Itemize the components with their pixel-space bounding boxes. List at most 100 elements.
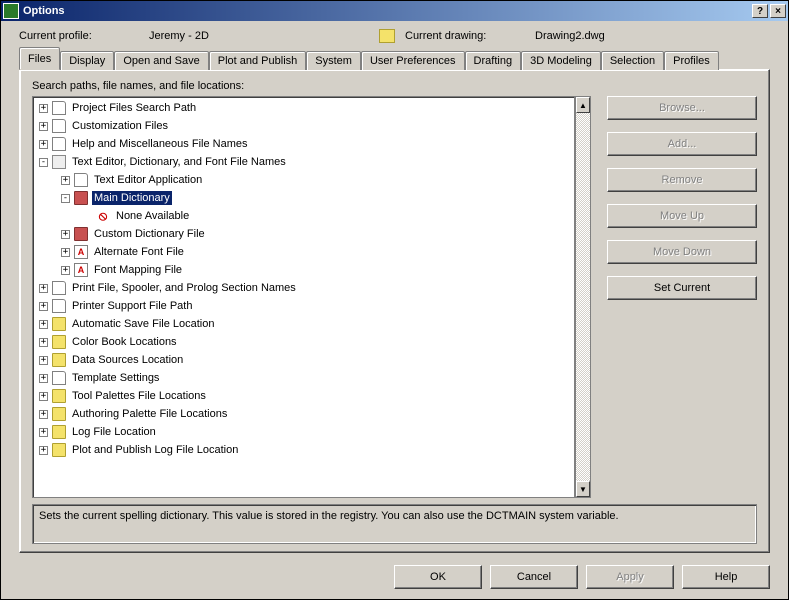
tree-row[interactable]: + Custom Dictionary File xyxy=(33,225,574,243)
tab-display[interactable]: Display xyxy=(60,51,114,70)
tree-item-label[interactable]: Color Book Locations xyxy=(70,335,179,349)
tree-row[interactable]: + Printer Support File Path xyxy=(33,297,574,315)
expand-icon[interactable]: + xyxy=(39,284,48,293)
current-profile-label: Current profile: xyxy=(19,30,149,42)
tree-item-label[interactable]: Template Settings xyxy=(70,371,161,385)
tree-row[interactable]: + Help and Miscellaneous File Names xyxy=(33,135,574,153)
tree-item-label[interactable]: Authoring Palette File Locations xyxy=(70,407,229,421)
doc-icon xyxy=(52,371,66,385)
expand-icon[interactable]: + xyxy=(39,338,48,347)
tab-files[interactable]: Files xyxy=(19,47,60,70)
expand-icon[interactable]: + xyxy=(39,320,48,329)
expand-icon[interactable]: + xyxy=(39,140,48,149)
add-button[interactable]: Add... xyxy=(607,132,757,156)
tab-plot-and-publish[interactable]: Plot and Publish xyxy=(209,51,307,70)
expand-icon[interactable]: + xyxy=(61,230,70,239)
tree-row[interactable]: + Text Editor Application xyxy=(33,171,574,189)
book-icon xyxy=(74,227,88,241)
expand-icon[interactable]: + xyxy=(39,428,48,437)
help-button[interactable]: Help xyxy=(682,565,770,589)
gear-icon xyxy=(52,155,66,169)
remove-button[interactable]: Remove xyxy=(607,168,757,192)
tree-row[interactable]: + Tool Palettes File Locations xyxy=(33,387,574,405)
tab-open-and-save[interactable]: Open and Save xyxy=(114,51,208,70)
current-profile-value: Jeremy - 2D xyxy=(149,30,379,42)
scroll-track[interactable] xyxy=(576,113,590,481)
tree-item-label[interactable]: Custom Dictionary File xyxy=(92,227,207,241)
tree-row[interactable]: - Main Dictionary xyxy=(33,189,574,207)
help-titlebar-button[interactable]: ? xyxy=(752,4,768,18)
tree-row[interactable]: + Color Book Locations xyxy=(33,333,574,351)
doc-icon xyxy=(52,119,66,133)
tree-item-label[interactable]: Font Mapping File xyxy=(92,263,184,277)
cancel-button[interactable]: Cancel xyxy=(490,565,578,589)
tab-3d-modeling[interactable]: 3D Modeling xyxy=(521,51,601,70)
tree-row[interactable]: + Project Files Search Path xyxy=(33,99,574,117)
folder-icon xyxy=(52,317,66,331)
expand-icon[interactable]: + xyxy=(39,392,48,401)
tree-row[interactable]: - Text Editor, Dictionary, and Font File … xyxy=(33,153,574,171)
tree-item-label[interactable]: Print File, Spooler, and Prolog Section … xyxy=(70,281,298,295)
tree-item-label[interactable]: Automatic Save File Location xyxy=(70,317,216,331)
tree-row[interactable]: + Template Settings xyxy=(33,369,574,387)
tree-scrollbar[interactable]: ▲ ▼ xyxy=(575,96,591,498)
app-icon xyxy=(3,3,19,19)
tree-item-label[interactable]: Project Files Search Path xyxy=(70,101,198,115)
tab-system[interactable]: System xyxy=(306,51,361,70)
tree-row[interactable]: ⦸None Available xyxy=(33,207,574,225)
titlebar: Options ? × xyxy=(1,1,788,21)
tree-item-label[interactable]: Text Editor, Dictionary, and Font File N… xyxy=(70,155,288,169)
tab-drafting[interactable]: Drafting xyxy=(465,51,522,70)
apply-button[interactable]: Apply xyxy=(586,565,674,589)
tab-selection[interactable]: Selection xyxy=(601,51,664,70)
set-current-button[interactable]: Set Current xyxy=(607,276,757,300)
collapse-icon[interactable]: - xyxy=(61,194,70,203)
browse-button[interactable]: Browse... xyxy=(607,96,757,120)
tree-item-label[interactable]: Alternate Font File xyxy=(92,245,186,259)
tree-item-label[interactable]: Main Dictionary xyxy=(92,191,172,205)
tree-row[interactable]: +AFont Mapping File xyxy=(33,261,574,279)
scroll-down-button[interactable]: ▼ xyxy=(576,481,590,497)
tree-item-label[interactable]: Data Sources Location xyxy=(70,353,185,367)
tree-item-label[interactable]: Tool Palettes File Locations xyxy=(70,389,208,403)
tree-row[interactable]: +AAlternate Font File xyxy=(33,243,574,261)
tree-item-label[interactable]: Help and Miscellaneous File Names xyxy=(70,137,249,151)
tree-item-label[interactable]: Customization Files xyxy=(70,119,170,133)
tree-row[interactable]: + Plot and Publish Log File Location xyxy=(33,441,574,459)
collapse-icon[interactable]: - xyxy=(39,158,48,167)
tree-item-label[interactable]: Log File Location xyxy=(70,425,158,439)
tree-row[interactable]: + Print File, Spooler, and Prolog Section… xyxy=(33,279,574,297)
tree-row[interactable]: + Data Sources Location xyxy=(33,351,574,369)
tree-row[interactable]: + Log File Location xyxy=(33,423,574,441)
expand-icon[interactable]: + xyxy=(39,374,48,383)
tree-row[interactable]: + Customization Files xyxy=(33,117,574,135)
tab-user-preferences[interactable]: User Preferences xyxy=(361,51,465,70)
expand-icon[interactable]: + xyxy=(39,302,48,311)
expand-icon[interactable]: + xyxy=(61,248,70,257)
doc-icon xyxy=(52,281,66,295)
expand-icon[interactable]: + xyxy=(39,410,48,419)
tree-item-label[interactable]: None Available xyxy=(114,209,191,223)
move-up-button[interactable]: Move Up xyxy=(607,204,757,228)
expand-icon[interactable]: + xyxy=(39,104,48,113)
move-down-button[interactable]: Move Down xyxy=(607,240,757,264)
expand-icon[interactable]: + xyxy=(61,266,70,275)
scroll-up-button[interactable]: ▲ xyxy=(576,97,590,113)
panel-label: Search paths, file names, and file locat… xyxy=(32,80,757,92)
hint-text: Sets the current spelling dictionary. Th… xyxy=(32,504,757,544)
tree-item-label[interactable]: Plot and Publish Log File Location xyxy=(70,443,240,457)
file-paths-tree[interactable]: + Project Files Search Path + Customization… xyxy=(32,96,575,498)
close-button[interactable]: × xyxy=(770,4,786,18)
doc-icon xyxy=(52,101,66,115)
tree-item-label[interactable]: Printer Support File Path xyxy=(70,299,194,313)
tree-row[interactable]: + Automatic Save File Location xyxy=(33,315,574,333)
tree-item-label[interactable]: Text Editor Application xyxy=(92,173,204,187)
expand-icon[interactable]: + xyxy=(39,122,48,131)
expand-icon[interactable]: + xyxy=(39,356,48,365)
tab-profiles[interactable]: Profiles xyxy=(664,51,719,70)
current-drawing-label: Current drawing: xyxy=(405,30,535,42)
expand-icon[interactable]: + xyxy=(61,176,70,185)
expand-icon[interactable]: + xyxy=(39,446,48,455)
tree-row[interactable]: + Authoring Palette File Locations xyxy=(33,405,574,423)
ok-button[interactable]: OK xyxy=(394,565,482,589)
